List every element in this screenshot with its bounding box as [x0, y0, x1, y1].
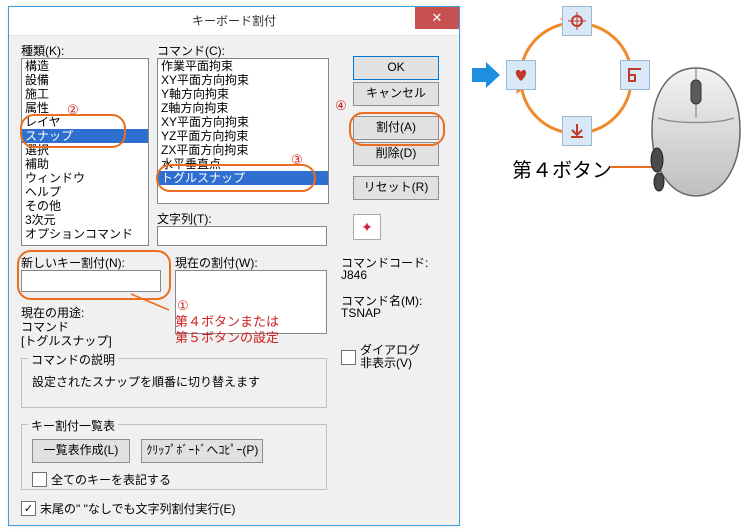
cmd-desc-title: コマンドの説明	[28, 351, 118, 368]
checkbox-box-icon	[341, 350, 356, 365]
snap-toggle-icon: ✦	[361, 219, 373, 236]
kind-list-item[interactable]: 設備	[22, 73, 148, 87]
keylist-title: キー割付一覧表	[28, 417, 118, 434]
cmd-name-value: TSNAP	[341, 306, 381, 320]
kind-list-item[interactable]: 構造	[22, 59, 148, 73]
snap-center-icon	[568, 12, 586, 30]
close-button[interactable]: ✕	[415, 7, 459, 29]
assign-label: 割付(A)	[376, 120, 416, 134]
exec-no-quotes-label: 末尾の" "なしでも文字列割付実行(E)	[40, 500, 236, 517]
ring-icon-bottom	[562, 116, 592, 146]
copy-clipboard-button[interactable]: ｸﾘｯﾌﾟﾎﾞｰﾄﾞへｺﾋﾟｰ(P)	[141, 439, 263, 463]
command-list-item[interactable]: 水平垂直点	[158, 157, 328, 171]
kind-list-item[interactable]: ウィンドウ	[22, 171, 148, 185]
keylist-group: キー割付一覧表 一覧表作成(L) ｸﾘｯﾌﾟﾎﾞｰﾄﾞへｺﾋﾟｰ(P) 全てのキ…	[21, 424, 327, 490]
cancel-button[interactable]: キャンセル	[353, 82, 439, 106]
callout-1-connector	[129, 292, 179, 316]
checkbox-box-icon: ✓	[21, 501, 36, 516]
titlebar: キーボード割付 ✕	[9, 7, 459, 36]
snap-perp-icon	[626, 66, 644, 84]
current-assign-label: 現在の割付(W):	[175, 254, 258, 271]
kind-list-item[interactable]: 選択	[22, 143, 148, 157]
ring-icon-top	[562, 6, 592, 36]
command-list-item[interactable]: 作業平面拘束	[158, 59, 328, 73]
delete-button[interactable]: 削除(D)	[353, 142, 439, 166]
mouse-button-label: 第４ボタン	[512, 154, 612, 183]
ring-icon-left	[506, 60, 536, 90]
exec-no-quotes-checkbox[interactable]: ✓ 末尾の" "なしでも文字列割付実行(E)	[21, 500, 236, 517]
command-list-item[interactable]: トグルスナップ	[158, 171, 328, 185]
command-list-item[interactable]: YZ平面方向拘束	[158, 129, 328, 143]
kind-list-item[interactable]: ヘルプ	[22, 185, 148, 199]
cancel-label: キャンセル	[366, 86, 426, 100]
new-assign-label: 新しいキー割付(N):	[21, 254, 125, 271]
ok-button[interactable]: OK	[353, 56, 439, 80]
command-listbox[interactable]: 作業平面拘束XY平面方向拘束Y軸方向拘束Z軸方向拘束XY平面方向拘束YZ平面方向…	[157, 58, 329, 204]
kind-list-item[interactable]: 施工	[22, 87, 148, 101]
cmd-desc-group: コマンドの説明 設定されたスナップを順番に切り替えます	[21, 358, 327, 408]
ok-label: OK	[387, 60, 404, 74]
cmd-desc-text: 設定されたスナップを順番に切り替えます	[32, 373, 316, 390]
command-list-item[interactable]: Y軸方向拘束	[158, 87, 328, 101]
kind-list-item[interactable]: レイヤ	[22, 115, 148, 129]
snap-toggle-icon-button[interactable]: ✦	[353, 214, 381, 240]
command-list-item[interactable]: Z軸方向拘束	[158, 101, 328, 115]
hide-dialog-label: ダイアログ 非表示(V)	[360, 344, 420, 370]
command-list-item[interactable]: ZX平面方向拘束	[158, 143, 328, 157]
string-input[interactable]	[157, 226, 327, 246]
string-label: 文字列(T):	[157, 210, 212, 227]
kind-label: 種類(K):	[21, 42, 64, 59]
current-use-cmd-value: [トグルスナップ]	[21, 332, 112, 349]
callout-number-4: ④	[335, 98, 347, 114]
illustration: 第４ボタン	[470, 6, 746, 216]
kind-list-item[interactable]: 属性	[22, 101, 148, 115]
close-icon: ✕	[432, 10, 443, 25]
mouse-icon	[646, 64, 746, 202]
kind-list-item[interactable]: 3次元	[22, 213, 148, 227]
dialog-title: キーボード割付	[192, 14, 276, 28]
make-table-label: 一覧表作成(L)	[44, 443, 119, 457]
command-list-item[interactable]: XY平面方向拘束	[158, 115, 328, 129]
make-table-button[interactable]: 一覧表作成(L)	[32, 439, 130, 463]
command-label: コマンド(C):	[157, 42, 225, 59]
delete-label: 削除(D)	[376, 146, 417, 160]
dialog-body: 種類(K): 構造設備施工属性レイヤスナップ選択補助ウィンドウヘルプその他3次元…	[9, 36, 459, 526]
snap-down-icon	[568, 122, 586, 140]
current-assign-box[interactable]	[175, 270, 327, 334]
kind-list-item[interactable]: その他	[22, 199, 148, 213]
checkbox-box-icon	[32, 472, 47, 487]
big-arrow-icon	[470, 60, 502, 90]
copy-clipboard-label: ｸﾘｯﾌﾟﾎﾞｰﾄﾞへｺﾋﾟｰ(P)	[146, 443, 258, 457]
kind-listbox[interactable]: 構造設備施工属性レイヤスナップ選択補助ウィンドウヘルプその他3次元オプションコマ…	[21, 58, 149, 246]
keyboard-assign-dialog: キーボード割付 ✕ 種類(K): 構造設備施工属性レイヤスナップ選択補助ウィンド…	[8, 6, 460, 526]
kind-list-item[interactable]: 補助	[22, 157, 148, 171]
reset-label: リセット(R)	[364, 180, 429, 194]
hide-dialog-checkbox[interactable]: ダイアログ 非表示(V)	[341, 344, 420, 370]
snap-heart-icon	[512, 66, 530, 84]
new-assign-input[interactable]	[21, 270, 161, 292]
assign-button[interactable]: 割付(A)	[353, 116, 439, 140]
kind-list-item[interactable]: オプションコマンド	[22, 227, 148, 241]
command-list-item[interactable]: XY平面方向拘束	[158, 73, 328, 87]
cmd-code-value: J846	[341, 268, 367, 282]
kind-list-item[interactable]: スナップ	[22, 129, 148, 143]
reset-button[interactable]: リセット(R)	[353, 176, 439, 200]
show-all-keys-checkbox[interactable]: 全てのキーを表記する	[32, 471, 316, 488]
show-all-keys-label: 全てのキーを表記する	[51, 471, 171, 488]
